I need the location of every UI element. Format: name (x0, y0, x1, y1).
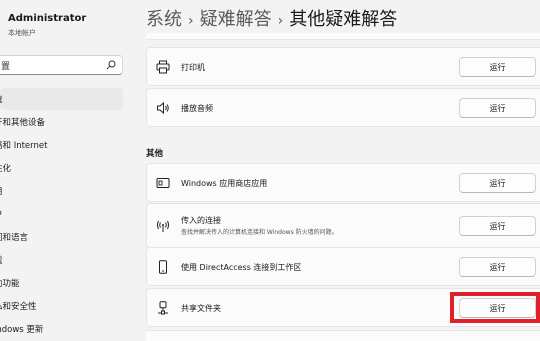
card-directaccess: 使用 DirectAccess 连接到工作区 运行 (146, 247, 540, 286)
run-store-apps-button[interactable]: 运行 (459, 173, 536, 193)
card-description: 查找并解决传入的计算机连接和 Windows 防火墙的问题。 (181, 229, 338, 236)
sidebar-item-bluetooth[interactable]: 牙和其他设备 (0, 111, 123, 133)
run-printer-button[interactable]: 运行 (459, 57, 536, 77)
card-label: Windows 应用商店应用 (181, 179, 268, 188)
phone-icon (159, 260, 167, 274)
sidebar-item-label: 戏 (0, 254, 3, 266)
sidebar-item-system[interactable]: 统 (0, 88, 123, 110)
sidebar-item-label: 间和语言 (0, 233, 29, 243)
breadcrumb-separator: › (188, 13, 194, 29)
breadcrumb: 系统 › 疑难解答 › 其他疑难解答 (146, 5, 397, 31)
card-label: 打印机 (181, 63, 205, 72)
sidebar-item-label: 络和 Internet (0, 141, 48, 151)
card-printer: 打印机 运行 (146, 47, 540, 86)
section-title-other: 其他 (146, 149, 164, 159)
antenna-icon (157, 220, 169, 232)
breadcrumb-troubleshoot[interactable]: 疑难解答 (200, 9, 272, 30)
search-value: 置 (1, 62, 11, 72)
sidebar-item-accounts[interactable]: 户 (0, 203, 123, 225)
sidebar-item-windows-update[interactable]: indows 更新 (0, 318, 123, 337)
card-label: 传入的连接 (181, 216, 221, 225)
search-input[interactable]: 置 (0, 55, 123, 75)
sidebar-item-label: 统 (0, 93, 3, 105)
search-icon (106, 60, 116, 70)
sidebar-item-label: 性化 (0, 164, 12, 174)
sidebar-item-privacy[interactable]: 私和安全性 (0, 295, 123, 317)
sidebar-item-label: 户 (0, 208, 3, 220)
sidebar-item-personalization[interactable]: 性化 (0, 157, 123, 179)
highlight-box (450, 292, 540, 323)
card-partial-top (146, 33, 540, 40)
card-partial-bottom (146, 330, 540, 341)
card-incoming-connections: 传入的连接 查找并解决传入的计算机连接和 Windows 防火墙的问题。 运行 (146, 203, 540, 248)
sidebar-item-time-language[interactable]: 间和语言 (0, 226, 123, 248)
card-store-apps: Windows 应用商店应用 运行 (146, 163, 540, 202)
sidebar-item-label: 用 (0, 185, 3, 197)
user-name: Administrator (8, 13, 87, 24)
sidebar-item-label: indows 更新 (0, 325, 44, 335)
printer-icon (156, 60, 170, 74)
run-audio-button[interactable]: 运行 (459, 98, 536, 118)
breadcrumb-separator: › (277, 13, 284, 29)
sidebar-item-label: 私和安全性 (0, 302, 37, 312)
run-directaccess-button[interactable]: 运行 (459, 257, 536, 277)
card-label: 共享文件夹 (181, 304, 221, 313)
sidebar-item-label: 牙和其他设备 (0, 118, 46, 128)
run-incoming-connections-button[interactable]: 运行 (459, 216, 536, 236)
sidebar-item-label: 助功能 (0, 279, 20, 289)
sidebar: Administrator 本地帐户 置 统 牙和其他设备 络和 Interne… (0, 0, 135, 337)
speaker-icon (157, 101, 169, 115)
sidebar-item-network[interactable]: 络和 Internet (0, 134, 123, 156)
app-window-icon (156, 178, 170, 188)
sidebar-item-gaming[interactable]: 戏 (0, 249, 123, 271)
card-label: 使用 DirectAccess 连接到工作区 (181, 263, 302, 272)
card-label: 播放音频 (181, 104, 213, 113)
sidebar-item-accessibility[interactable]: 助功能 (0, 272, 123, 294)
sidebar-item-apps[interactable]: 用 (0, 180, 123, 202)
card-audio: 播放音频 运行 (146, 88, 540, 127)
page-title: 其他疑难解答 (289, 9, 398, 30)
user-account-type: 本地帐户 (8, 29, 36, 37)
breadcrumb-system[interactable]: 系统 (146, 9, 182, 30)
network-share-icon (158, 301, 168, 315)
